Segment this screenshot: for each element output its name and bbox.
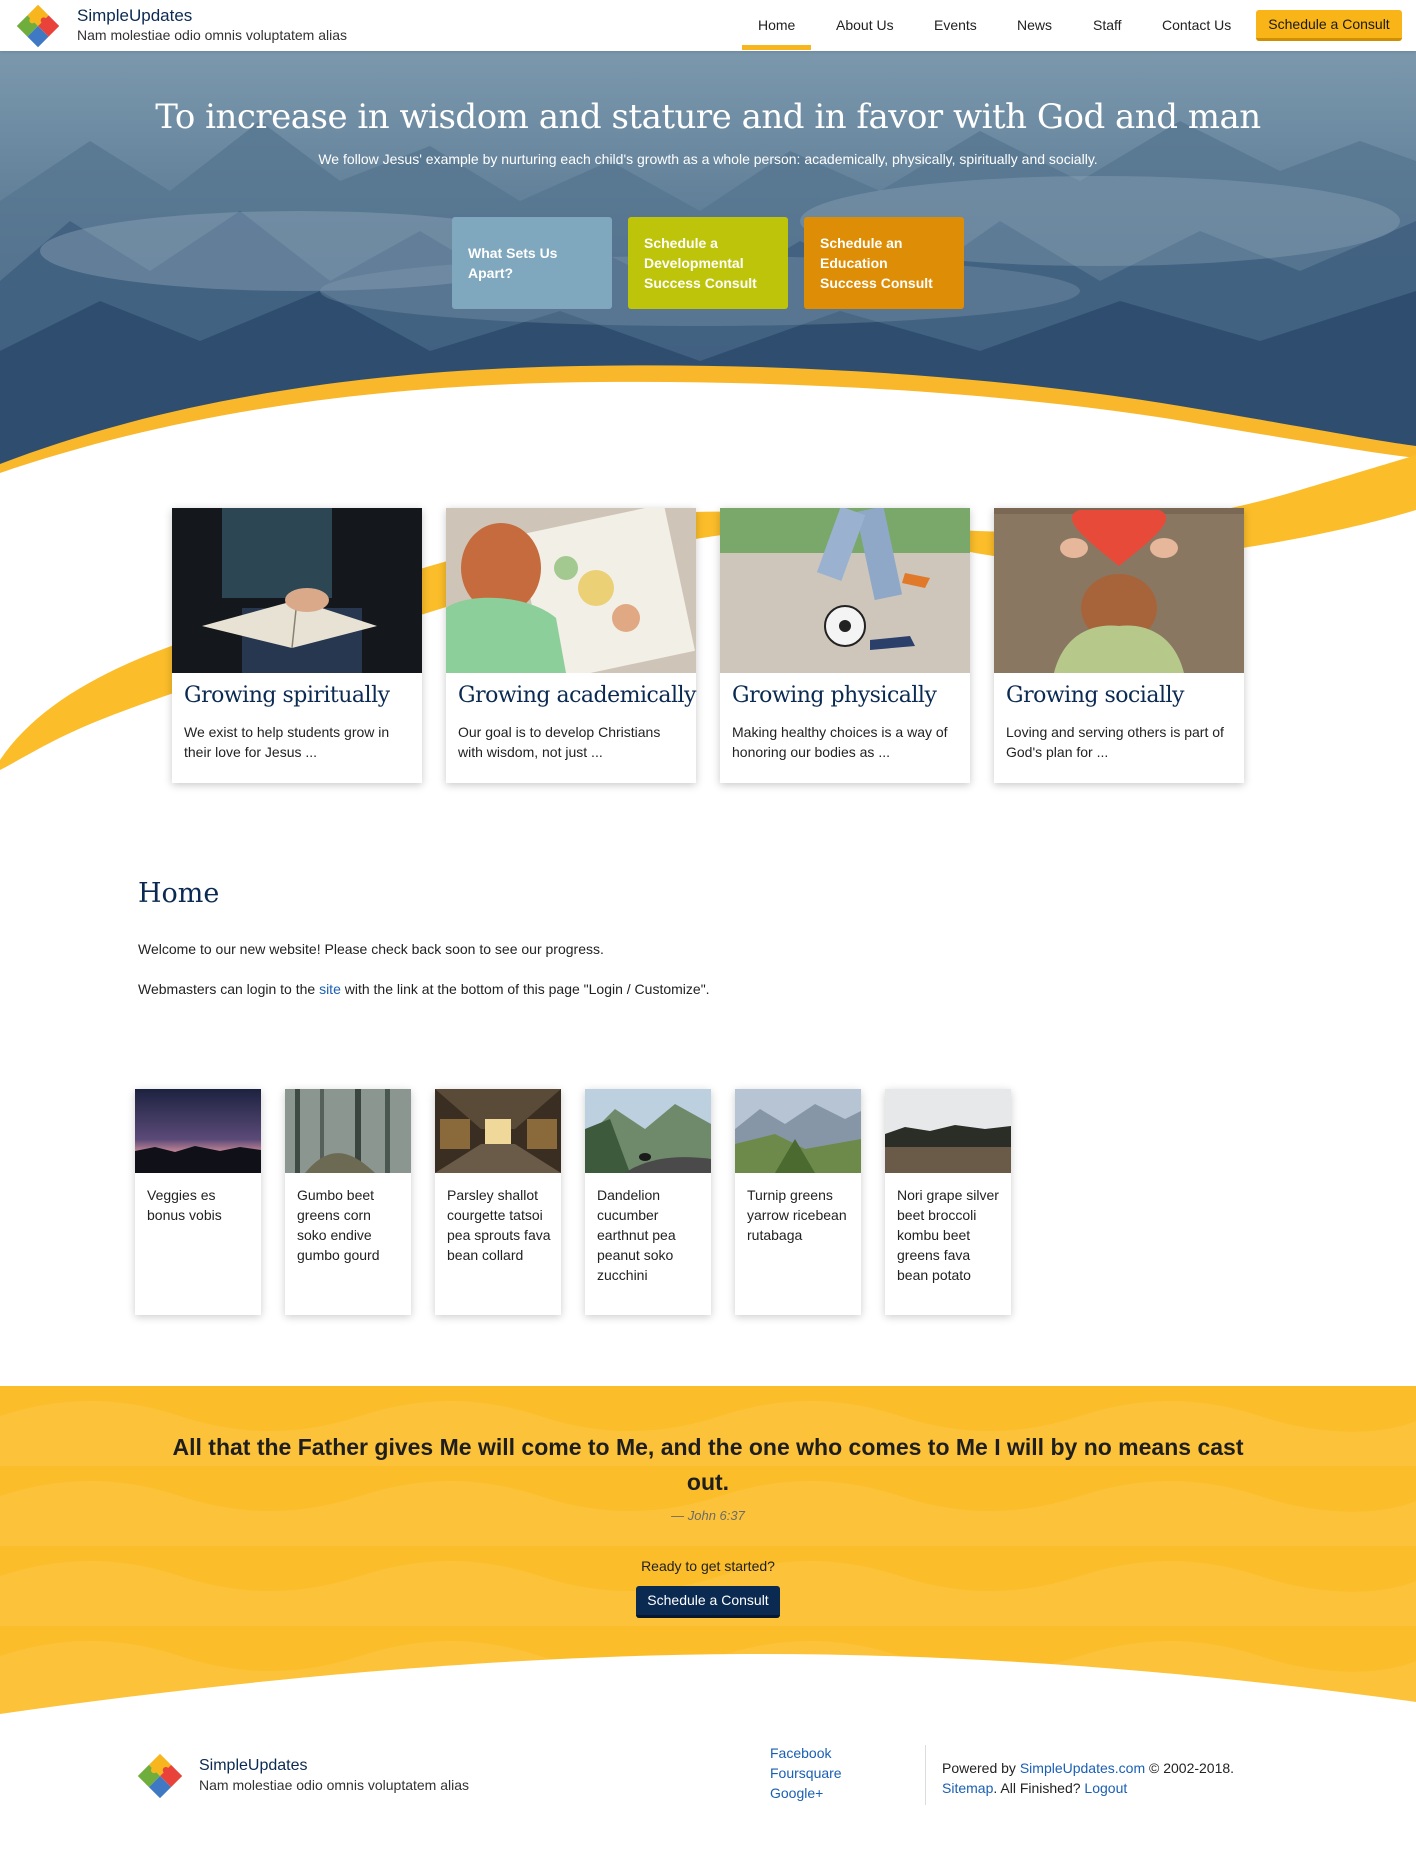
simpleupdates-link[interactable]: SimpleUpdates.com: [1020, 1760, 1145, 1776]
feature-title: Growing socially: [1006, 683, 1184, 708]
feature-text: We exist to help students grow in their …: [184, 724, 390, 760]
card-text: Parsley shallot courgette tatsoi pea spr…: [447, 1187, 551, 1263]
quote-text: All that the Father gives Me will come t…: [172, 1434, 1244, 1495]
feature-title: Growing spiritually: [184, 683, 390, 708]
nav-home[interactable]: Home: [758, 17, 795, 33]
nav-events[interactable]: Events: [934, 17, 977, 33]
footer-powered-by: Powered by SimpleUpdates.com © 2002-2018…: [942, 1758, 1234, 1798]
site-link[interactable]: site: [319, 981, 341, 997]
card-text: Gumbo beet greens corn soko endive gumbo…: [297, 1187, 380, 1263]
active-nav-indicator: [742, 45, 811, 50]
login-text-after: with the link at the bottom of this page…: [340, 981, 710, 997]
child-with-paper-heart-image: [994, 508, 1244, 673]
developmental-consult-button[interactable]: Schedule a Developmental Success Consult: [628, 217, 788, 309]
sitemap-link[interactable]: Sitemap: [942, 1780, 993, 1796]
card-text: Turnip greens yarrow ricebean rutabaga: [747, 1187, 847, 1243]
dusk-mountain-image: [135, 1089, 261, 1173]
card-item[interactable]: Turnip greens yarrow ricebean rutabaga: [735, 1089, 861, 1315]
nav-staff[interactable]: Staff: [1093, 17, 1122, 33]
facebook-link[interactable]: Facebook: [770, 1745, 831, 1761]
finished-text: . All Finished?: [993, 1780, 1085, 1796]
what-sets-us-apart-button[interactable]: What Sets Us Apart?: [452, 217, 612, 309]
feature-text: Making healthy choices is a way of honor…: [732, 724, 948, 760]
site-header: SimpleUpdates Nam molestiae odio omnis v…: [0, 0, 1416, 51]
child-reading-map-image: [446, 508, 696, 673]
education-consult-button[interactable]: Schedule an Education Success Consult: [804, 217, 964, 309]
copyright-text: © 2002-2018.: [1145, 1760, 1235, 1776]
hero-subtitle: We follow Jesus' example by nurturing ea…: [318, 151, 1098, 167]
foursquare-link[interactable]: Foursquare: [770, 1765, 842, 1781]
brand-tagline: Nam molestiae odio omnis voluptatem alia…: [77, 27, 348, 43]
feature-card-physically[interactable]: Growing physically Making healthy choice…: [720, 508, 970, 783]
feature-card-socially[interactable]: Growing socially Loving and serving othe…: [994, 508, 1244, 783]
feature-card-academically[interactable]: Growing academically Our goal is to deve…: [446, 508, 696, 783]
treeline-field-image: [885, 1089, 1011, 1173]
card-text: Dandelion cucumber earthnut pea peanut s…: [597, 1187, 676, 1283]
green-mountains-image: [735, 1089, 861, 1173]
quote-citation: — John 6:37: [671, 1508, 745, 1523]
kicking-soccer-ball-image: [720, 508, 970, 673]
page-title: Home: [138, 878, 220, 909]
footer-logo-icon[interactable]: [137, 1753, 183, 1799]
nav-contact-us[interactable]: Contact Us: [1162, 17, 1231, 33]
welcome-text: Welcome to our new website! Please check…: [138, 941, 604, 957]
powered-by-text: Powered by: [942, 1760, 1020, 1776]
schedule-consult-button[interactable]: Schedule a Consult: [1256, 10, 1402, 41]
logo-icon[interactable]: [16, 4, 60, 48]
ready-text: Ready to get started?: [641, 1558, 775, 1574]
card-text: Veggies es bonus vobis: [147, 1187, 222, 1223]
google-plus-link[interactable]: Google+: [770, 1785, 823, 1801]
card-text: Nori grape silver beet broccoli kombu be…: [897, 1187, 999, 1283]
login-text-before: Webmasters can login to the: [138, 981, 320, 997]
feature-text: Our goal is to develop Christians with w…: [458, 724, 661, 760]
feature-text: Loving and serving others is part of God…: [1006, 724, 1224, 760]
card-item[interactable]: Nori grape silver beet broccoli kombu be…: [885, 1089, 1011, 1315]
quote-section: All that the Father gives Me will come t…: [0, 1386, 1416, 1716]
feature-title: Growing academically: [458, 683, 696, 708]
hero-title: To increase in wisdom and stature and in…: [155, 97, 1261, 137]
feature-title: Growing physically: [732, 683, 937, 708]
nav-news[interactable]: News: [1017, 17, 1052, 33]
feature-card-spiritually[interactable]: Growing spiritually We exist to help stu…: [172, 508, 422, 783]
card-item[interactable]: Veggies es bonus vobis: [135, 1089, 261, 1315]
train-interior-image: [435, 1089, 561, 1173]
nav-about-us[interactable]: About Us: [836, 17, 894, 33]
footer-brand-tagline: Nam molestiae odio omnis voluptatem alia…: [199, 1777, 470, 1793]
card-item[interactable]: Dandelion cucumber earthnut pea peanut s…: [585, 1089, 711, 1315]
login-instructions: Webmasters can login to the site with th…: [138, 981, 710, 997]
logout-link[interactable]: Logout: [1084, 1780, 1127, 1796]
child-reading-bible-image: [172, 508, 422, 673]
footer-divider: [925, 1745, 926, 1805]
schedule-consult-button[interactable]: Schedule a Consult: [636, 1586, 780, 1618]
misty-forest-image: [285, 1089, 411, 1173]
card-item[interactable]: Gumbo beet greens corn soko endive gumbo…: [285, 1089, 411, 1315]
footer-brand-name: SimpleUpdates: [199, 1757, 308, 1774]
card-item[interactable]: Parsley shallot courgette tatsoi pea spr…: [435, 1089, 561, 1315]
brand-name[interactable]: SimpleUpdates: [77, 6, 192, 26]
mountain-road-image: [585, 1089, 711, 1173]
